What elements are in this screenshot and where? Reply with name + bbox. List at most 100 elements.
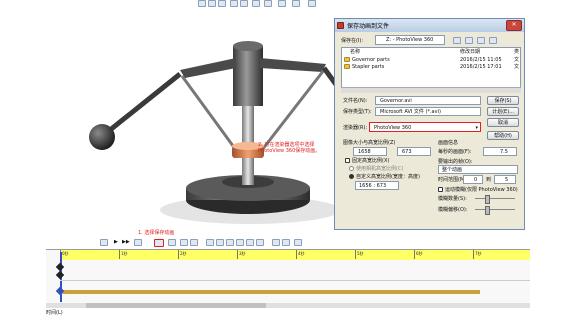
scrollbar-thumb[interactable]: [86, 303, 266, 308]
col-date-header[interactable]: 修改日期: [460, 49, 480, 55]
tick: [414, 250, 415, 259]
settings-icon[interactable]: [294, 239, 302, 246]
left-link: [180, 75, 238, 151]
model-viewport[interactable]: [40, 10, 340, 235]
close-button[interactable]: ✕: [506, 20, 522, 31]
blur-offset-label: 模糊偏移(O):: [438, 207, 468, 213]
time-to-label: 到: [486, 177, 492, 183]
tick-label: 2秒: [180, 251, 187, 256]
frames-select[interactable]: 整个动画: [438, 165, 518, 174]
chevron-down-icon: ▾: [475, 125, 478, 131]
fps-value: 7.5: [500, 149, 508, 155]
schedule-button[interactable]: 计划(E)...: [487, 107, 519, 116]
custom-ratio-label: 自定义高宽比例(宽度：高度): [356, 174, 420, 180]
dialog-titlebar: 保存动画到文件 ✕: [335, 19, 524, 32]
search-icon[interactable]: [198, 0, 206, 7]
stop-icon[interactable]: [134, 239, 142, 246]
zoom-icon[interactable]: [208, 0, 216, 7]
col-type-header[interactable]: 类: [514, 49, 519, 55]
filename-input[interactable]: Governor.avi: [375, 96, 481, 105]
filetype-value: Microsoft AVI 文件 (*.avi): [380, 109, 441, 115]
blur-offset-slider[interactable]: [475, 209, 515, 210]
status-text: 时间(L): [46, 310, 63, 316]
custom-ratio-radio[interactable]: [349, 174, 354, 179]
views-icon[interactable]: [489, 37, 497, 44]
component-timebar[interactable]: [60, 290, 480, 294]
top-cylinder: [233, 46, 263, 106]
tick-label: 6秒: [416, 251, 423, 256]
file-name: Governor parts: [352, 57, 390, 63]
top-cylinder-cap: [233, 41, 263, 51]
cancel-button[interactable]: 取消: [487, 118, 519, 127]
renderer-value: PhotoView 360: [374, 125, 412, 131]
width-input[interactable]: 1658: [353, 147, 387, 156]
blur-offset-thumb[interactable]: [485, 206, 490, 215]
gravity-icon[interactable]: [256, 239, 264, 246]
results-icon[interactable]: [272, 239, 280, 246]
renderer-select[interactable]: PhotoView 360 ▾: [369, 122, 481, 132]
use-camera-ratio-radio[interactable]: [349, 166, 354, 171]
timeline-row-divider: [60, 280, 530, 281]
tick: [296, 250, 297, 259]
use-camera-ratio-label: 使用相机高宽比例(C): [356, 166, 404, 172]
col-name-header[interactable]: 名称: [350, 49, 360, 55]
fps-input[interactable]: 7.5: [483, 147, 517, 156]
key-point[interactable]: [55, 270, 65, 280]
motion-toolbar: ▶ ▶▶: [60, 238, 330, 248]
save-in-dropdown[interactable]: Z: - PhotoView 360: [375, 35, 445, 45]
animation-wizard-icon[interactable]: [168, 239, 176, 246]
time-to-input[interactable]: 5: [494, 175, 516, 184]
calculate-icon[interactable]: [100, 239, 108, 246]
file-date: 2016/2/15 17:01: [460, 64, 502, 70]
view-icon[interactable]: [230, 0, 238, 7]
file-date: 2016/2/15 11:05: [460, 57, 502, 63]
list-scrollbar[interactable]: [341, 87, 521, 93]
time-to-value: 5: [505, 177, 509, 183]
ball-rod: [108, 72, 182, 132]
section-icon[interactable]: [240, 0, 248, 7]
save-animation-icon[interactable]: [154, 239, 164, 247]
tick-label: 5秒: [357, 251, 364, 256]
blur-amount-slider[interactable]: [475, 198, 515, 199]
blur-amount-thumb[interactable]: [485, 195, 490, 204]
filetype-select[interactable]: Microsoft AVI 文件 (*.avi): [375, 107, 481, 116]
scene-icon[interactable]: [292, 0, 300, 7]
folder-icon: [344, 57, 350, 62]
dialog-title: 保存动画到文件: [347, 23, 390, 30]
properties-icon[interactable]: [282, 239, 290, 246]
list-item[interactable]: Governor parts 2016/2/15 11:05 文: [344, 57, 520, 63]
fps-label: 每秒的画面(F):: [438, 149, 472, 155]
width-value: 1658: [358, 149, 371, 155]
timeline-ruler[interactable]: [60, 250, 530, 260]
motion-blur-checkbox[interactable]: [438, 187, 443, 192]
display-icon[interactable]: [252, 0, 260, 7]
list-item[interactable]: Stapler parts 2016/2/15 17:01 文: [344, 64, 520, 70]
motor-icon[interactable]: [206, 239, 214, 246]
time-from-input[interactable]: 0: [463, 175, 483, 184]
rotate-icon[interactable]: [218, 0, 226, 7]
save-button[interactable]: 保存(S): [487, 96, 519, 105]
monitor-icon[interactable]: [308, 0, 316, 7]
new-folder-icon[interactable]: [477, 37, 485, 44]
up-folder-icon[interactable]: [465, 37, 473, 44]
custom-ratio-select[interactable]: 1656 : 673: [355, 181, 399, 190]
hide-icon[interactable]: [264, 0, 272, 7]
autokey-icon[interactable]: [180, 239, 188, 246]
fly-ball: [89, 124, 115, 150]
play-icon[interactable]: ▶: [114, 239, 118, 245]
height-input[interactable]: 673: [397, 147, 431, 156]
back-icon[interactable]: [453, 37, 461, 44]
damper-icon[interactable]: [226, 239, 234, 246]
frames-value: 整个动画: [442, 167, 463, 173]
file-name: Stapler parts: [352, 64, 385, 70]
horizontal-scrollbar[interactable]: [46, 303, 530, 308]
help-button[interactable]: 帮助(H): [487, 131, 519, 140]
arm-right: [260, 58, 326, 72]
force-icon[interactable]: [236, 239, 244, 246]
appearance-icon[interactable]: [278, 0, 286, 7]
fixed-ratio-checkbox[interactable]: [345, 158, 350, 163]
fast-forward-icon[interactable]: ▶▶: [122, 239, 130, 245]
contact-icon[interactable]: [246, 239, 254, 246]
spring-icon[interactable]: [216, 239, 224, 246]
add-key-icon[interactable]: [190, 239, 198, 246]
